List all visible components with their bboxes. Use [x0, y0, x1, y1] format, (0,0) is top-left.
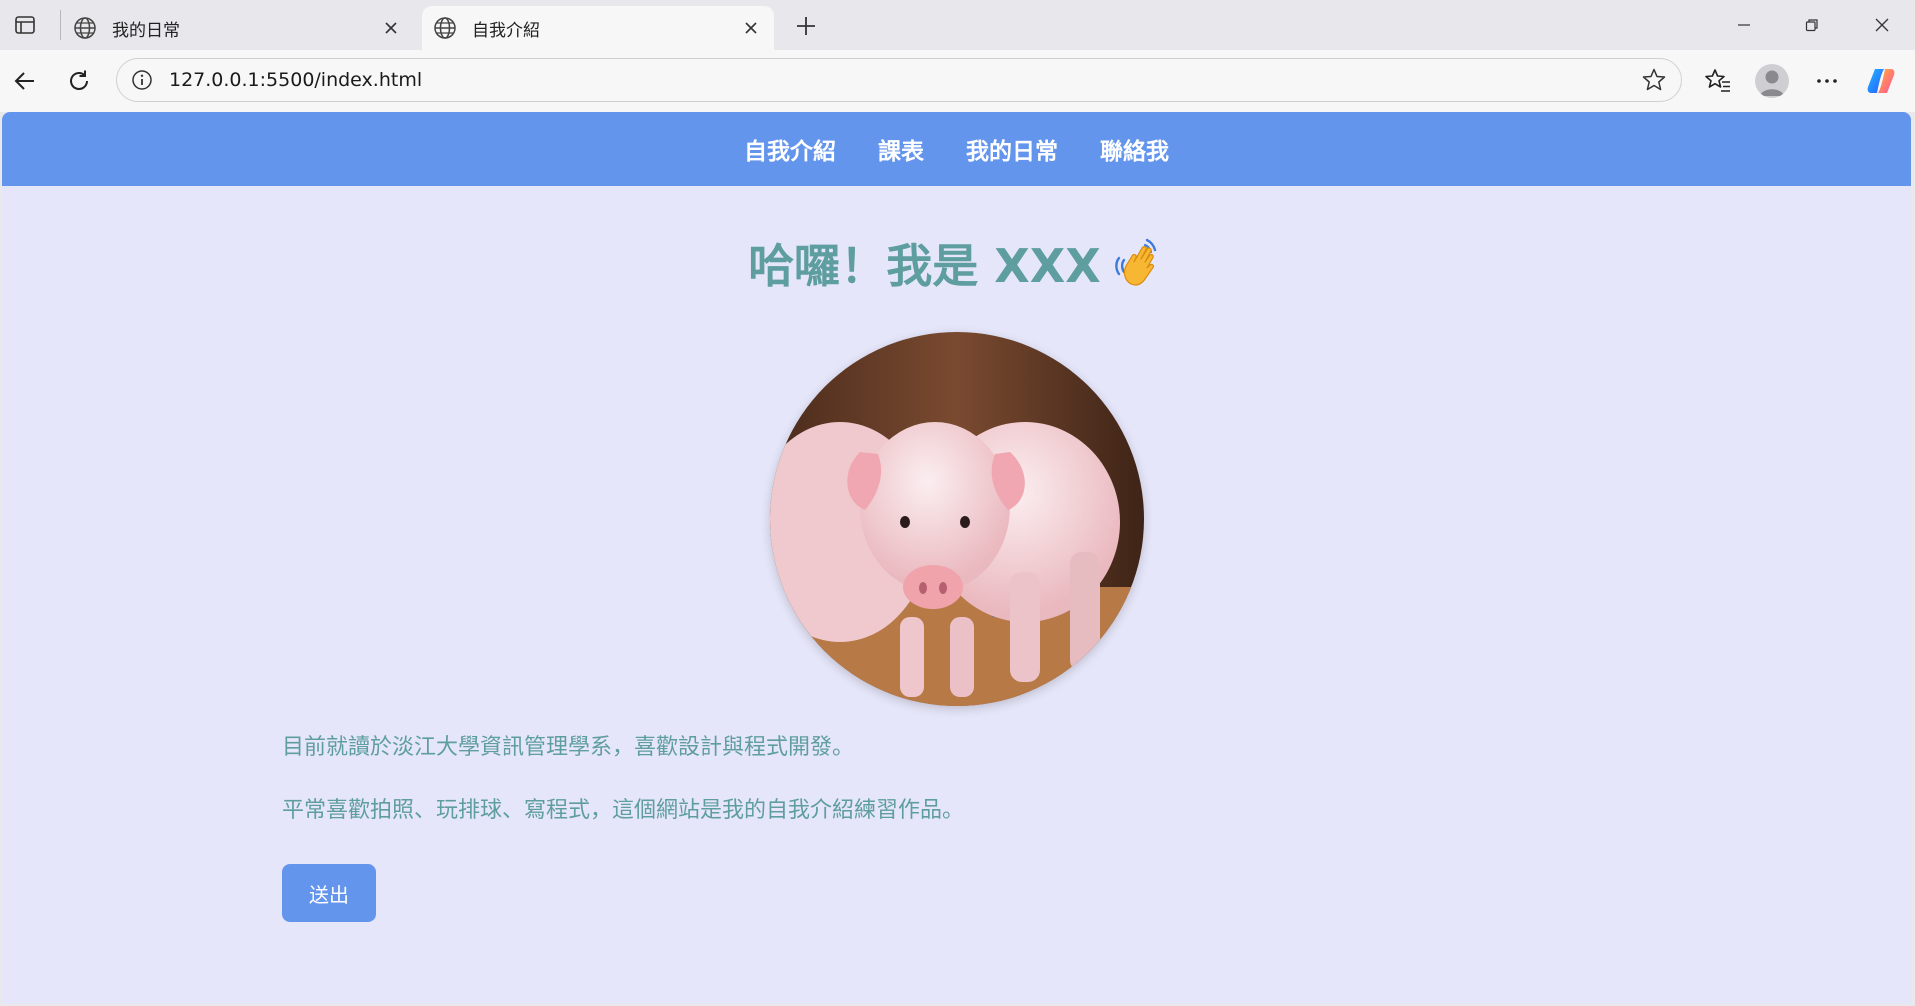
refresh-icon[interactable] [62, 64, 96, 98]
tab-my-daily[interactable]: 我的日常 [62, 6, 414, 50]
nav-link-contact[interactable]: 聯絡我 [1100, 132, 1169, 166]
intro-paragraph-1: 目前就讀於淡江大學資訊管理學系，喜歡設計與程式開發。 [282, 735, 855, 760]
globe-icon [72, 15, 98, 41]
favorites-icon[interactable] [1701, 64, 1735, 98]
window-close-icon[interactable] [1860, 10, 1904, 40]
page-title: 哈囉！我是 XXX [2, 230, 1911, 296]
more-options-icon[interactable] [1810, 64, 1844, 98]
profile-avatar-icon[interactable] [1755, 64, 1789, 98]
restore-icon[interactable] [1790, 10, 1834, 40]
nav-link-my-daily[interactable]: 我的日常 [966, 132, 1058, 166]
tab-actions-icon[interactable] [12, 12, 38, 38]
favorite-star-icon[interactable] [1639, 65, 1669, 95]
globe-icon [432, 15, 458, 41]
tab-title: 我的日常 [112, 20, 180, 41]
close-icon[interactable] [380, 17, 402, 39]
close-icon[interactable] [740, 17, 762, 39]
minimize-icon[interactable] [1722, 10, 1766, 40]
page-title-text: 哈囉！我是 XXX [748, 239, 1101, 293]
address-bar[interactable]: 127.0.0.1:5500/index.html [116, 58, 1682, 102]
tab-title: 自我介紹 [472, 20, 540, 41]
tab-self-intro[interactable]: 自我介紹 [422, 6, 774, 50]
tab-separator [60, 10, 61, 40]
copilot-icon[interactable] [1864, 64, 1898, 98]
tab-strip: 我的日常 自我介紹 [0, 0, 1915, 50]
waving-hand-icon [1111, 236, 1165, 290]
pig-photo [769, 332, 1144, 706]
page-viewport: 自我介紹 課表 我的日常 聯絡我 哈囉！我是 XXX 目前就讀於淡江大學資訊管理… [2, 112, 1911, 1004]
nav-link-self-intro[interactable]: 自我介紹 [744, 132, 836, 166]
intro-paragraph-2: 平常喜歡拍照、玩排球、寫程式，這個網站是我的自我介紹練習作品。 [282, 798, 965, 823]
new-tab-icon[interactable] [792, 12, 820, 40]
submit-button[interactable]: 送出 [282, 864, 376, 922]
browser-toolbar: 127.0.0.1:5500/index.html [0, 50, 1915, 112]
url-text[interactable]: 127.0.0.1:5500/index.html [169, 69, 1639, 91]
site-nav: 自我介紹 課表 我的日常 聯絡我 [2, 112, 1911, 186]
back-icon[interactable] [8, 64, 42, 98]
nav-link-schedule[interactable]: 課表 [878, 132, 924, 166]
intro-content: 目前就讀於淡江大學資訊管理學系，喜歡設計與程式開發。 平常喜歡拍照、玩排球、寫程… [282, 732, 1911, 922]
portrait-wrapper [2, 332, 1911, 706]
info-icon[interactable] [129, 67, 155, 93]
